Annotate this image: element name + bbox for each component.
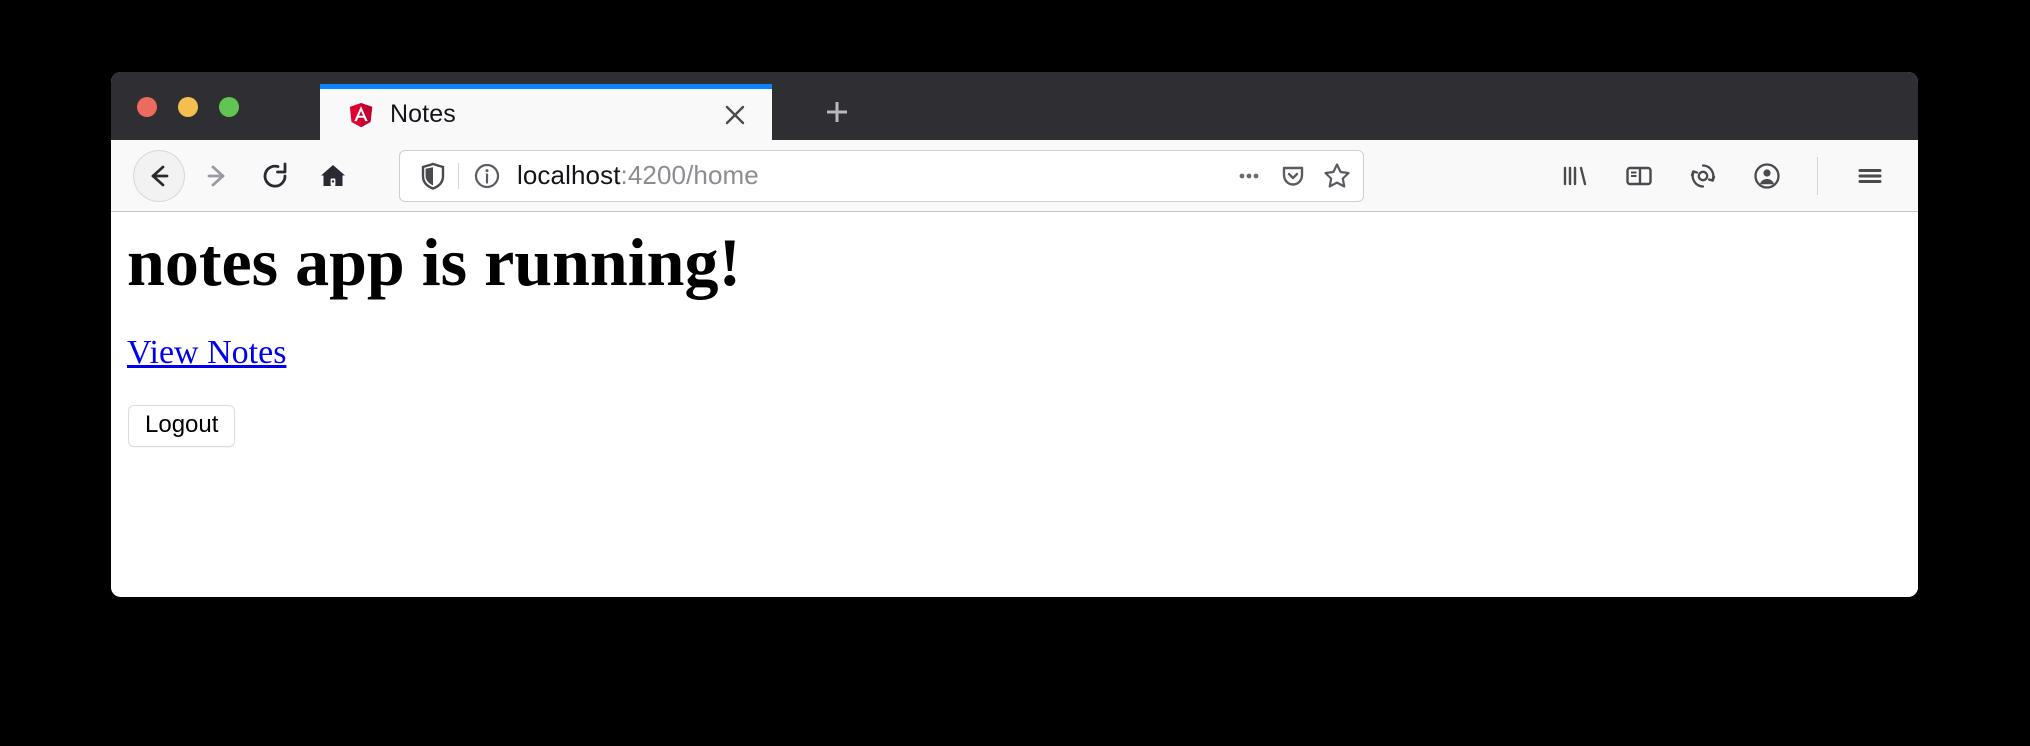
url-path: :4200/home (620, 160, 759, 190)
logout-button[interactable]: Logout (128, 405, 236, 447)
page-info-icon[interactable] (471, 160, 503, 192)
reload-icon (259, 160, 291, 192)
close-window-button[interactable] (137, 97, 157, 117)
home-icon (317, 160, 349, 192)
home-button[interactable] (307, 150, 359, 202)
forward-button (191, 150, 243, 202)
toolbar-divider (1817, 156, 1818, 195)
tab-notes[interactable]: Notes (320, 84, 772, 140)
url-host: localhost (517, 160, 621, 190)
page-title: notes app is running! (127, 224, 742, 300)
maximize-window-button[interactable] (219, 97, 239, 117)
url-text[interactable]: localhost:4200/home (517, 160, 1225, 191)
titlebar: Notes (111, 72, 1918, 140)
browser-window: Notes localhost:4200/home notes app is r… (111, 72, 1918, 597)
hamburger-menu-icon[interactable] (1844, 150, 1896, 202)
toolbar-right-group (1537, 150, 1896, 202)
back-arrow-icon (143, 160, 175, 192)
urlbar-divider (458, 162, 459, 189)
sync-icon[interactable] (1677, 150, 1729, 202)
window-controls (137, 97, 239, 117)
navigation-toolbar: localhost:4200/home (111, 140, 1918, 212)
tab-strip: Notes (111, 72, 1918, 140)
reload-button[interactable] (249, 150, 301, 202)
new-tab-button[interactable] (803, 84, 871, 140)
tab-title: Notes (390, 100, 456, 128)
account-avatar-icon[interactable] (1741, 150, 1793, 202)
forward-arrow-icon (201, 160, 233, 192)
sidebar-panel-icon[interactable] (1613, 150, 1665, 202)
view-notes-link[interactable]: View Notes (127, 334, 286, 372)
library-books-icon[interactable] (1549, 150, 1601, 202)
close-tab-icon[interactable] (714, 94, 756, 136)
back-button[interactable] (133, 149, 185, 202)
minimize-window-button[interactable] (178, 97, 198, 117)
page-actions-button[interactable] (1229, 156, 1269, 196)
page-content: notes app is running! View Notes Logout (111, 212, 1918, 596)
tracking-protection-shield-icon[interactable] (416, 159, 450, 193)
pocket-save-icon[interactable] (1273, 156, 1313, 196)
bookmark-star-icon[interactable] (1317, 156, 1357, 196)
angular-logo-icon (348, 102, 374, 128)
url-bar[interactable]: localhost:4200/home (399, 149, 1364, 202)
